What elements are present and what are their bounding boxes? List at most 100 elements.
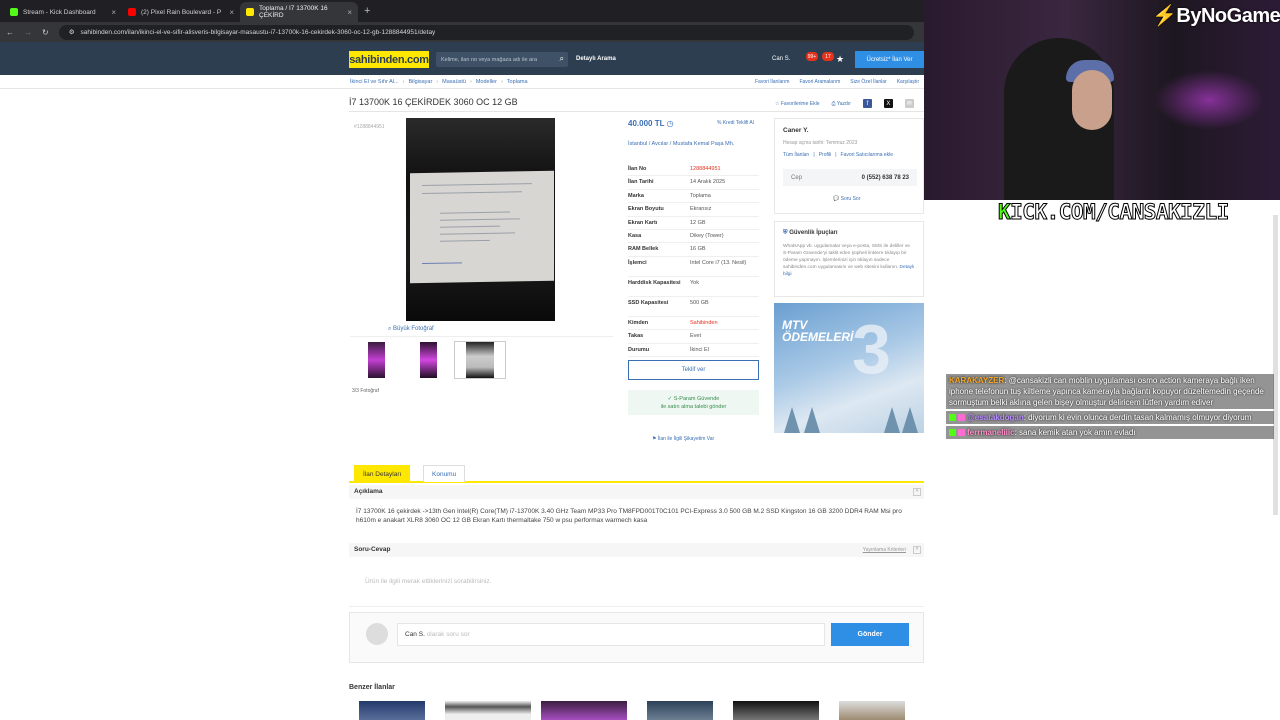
divider	[349, 111, 924, 112]
price-history-icon[interactable]: ◷	[667, 119, 674, 128]
favorite-seller-link[interactable]: Favori Satıcılarıma ekle	[841, 152, 894, 158]
thumbnail-strip	[350, 336, 613, 401]
special-listings-link[interactable]: Size Özel İlanlar	[850, 79, 886, 85]
listing-number-small: #1288844951	[354, 124, 385, 130]
detail-value: Ekransız	[690, 206, 712, 213]
similar-listing-thumb[interactable]	[647, 701, 713, 720]
safe-payment-button[interactable]: ✓ S-Param Güvende ile satın alma talebi g…	[628, 390, 759, 415]
search-input[interactable]: Kelime, ilan no veya mağaza adı ile ara ⌕	[436, 52, 568, 67]
advanced-search-link[interactable]: Detaylı Arama	[576, 56, 616, 62]
sahibinden-favicon-icon	[246, 8, 254, 16]
close-tab-icon[interactable]: ×	[229, 8, 234, 17]
similar-listing-thumb[interactable]	[733, 701, 819, 720]
security-tips: ⛨ Güvenlik İpuçları WhatsApp vb. uygulam…	[774, 221, 924, 297]
detail-value: Sahibinden	[690, 319, 718, 326]
rules-link[interactable]: Yayınlama Kriterleri	[863, 547, 906, 553]
similar-listing-thumb[interactable]	[839, 701, 905, 720]
detail-row: İşlemci Intel Core i7 (13. Nesil)	[628, 257, 759, 277]
thumbnail[interactable]	[402, 341, 454, 379]
close-tab-icon[interactable]: ×	[111, 8, 116, 17]
webcam-feed	[924, 0, 1280, 200]
send-button[interactable]: Gönder	[831, 623, 909, 646]
thumbnail-selected[interactable]	[454, 341, 506, 379]
complaint-link[interactable]: ⚑ İlan ile İlgili Şikayetim Var	[652, 436, 714, 442]
similar-listing-thumb[interactable]	[445, 701, 531, 720]
account-links: Favori İlanlarım Favori Aramalarım Size …	[755, 79, 919, 85]
page-title: İ7 13700K 16 ÇEKİRDEK 3060 OC 12 GB	[349, 97, 518, 107]
detail-value: 1288844951	[690, 166, 721, 172]
messages-badge[interactable]: 99+	[806, 52, 818, 61]
collapse-icon[interactable]: ^	[913, 546, 921, 554]
favorites-star-icon[interactable]: ★	[836, 54, 844, 65]
reload-icon[interactable]: ↻	[42, 28, 49, 37]
add-favorite-link[interactable]: ☆ Favorilerime Ekle	[775, 101, 820, 107]
forward-icon[interactable]: →	[24, 28, 32, 37]
chat-message: KARAKAYZER: @cansakizli can moblin uygul…	[946, 374, 1274, 409]
similar-listings-title: Benzer İlanlar	[349, 684, 395, 691]
big-photo-link[interactable]: ⌕ Büyük Fotoğraf	[388, 326, 434, 333]
collapse-icon[interactable]: ^	[913, 488, 921, 496]
make-offer-button[interactable]: Teklif ver	[628, 360, 759, 380]
all-listings-link[interactable]: Tüm İlanları	[783, 152, 809, 158]
chat-username: KARAKAYZER	[949, 376, 1005, 385]
tab-kick-dashboard[interactable]: Stream - Kick Dashboard ×	[4, 2, 122, 22]
tab-sahibinden[interactable]: Toplama / I7 13700K 16 ÇEKİRD ×	[240, 2, 358, 22]
thumbnail[interactable]	[350, 341, 402, 379]
tab-youtube[interactable]: (2) Pixel Rain Boulevard - P ×	[122, 2, 240, 22]
chat-badge-icon	[949, 429, 956, 437]
compare-link[interactable]: Karşılaştır	[897, 79, 920, 85]
favorite-listings-link[interactable]: Favori İlanlarım	[755, 79, 789, 85]
title-actions: ☆ Favorilerime Ekle ⎙ Yazdır f X ✉	[775, 99, 914, 108]
detail-key: Kasa	[628, 232, 642, 239]
post-ad-button[interactable]: Ücretsiz* İlan Ver	[855, 51, 924, 68]
detail-value: Evet	[690, 333, 702, 340]
chat-message: @esatakdogan: diyorum ki evin olunca der…	[946, 411, 1274, 424]
phone-box: Cep 0 (552) 638 78 23	[783, 169, 917, 186]
breadcrumb-item[interactable]: Modeller	[476, 79, 497, 85]
x-icon[interactable]: X	[883, 99, 893, 108]
details-table: İlan No 1288844951 İlan Tarihi 14 Aralık 20…	[628, 163, 759, 357]
close-tab-icon[interactable]: ×	[347, 8, 352, 17]
site-logo[interactable]: sahibinden.com	[349, 51, 429, 68]
scrollbar[interactable]	[1273, 215, 1278, 515]
print-link[interactable]: ⎙ Yazdır	[832, 101, 851, 107]
url-field[interactable]: ⚙ sahibinden.com/ilan/ikinci-el-ve-sifir-…	[58, 24, 914, 40]
shield-icon: ⛨	[783, 230, 788, 236]
tab-listing-details[interactable]: İlan Detayları	[354, 465, 411, 482]
breadcrumb-item[interactable]: Toplama	[507, 79, 528, 85]
email-icon[interactable]: ✉	[904, 99, 914, 108]
phone-number[interactable]: 0 (552) 638 78 23	[862, 175, 909, 181]
detail-row: İlan Tarihi 14 Aralık 2025	[628, 176, 759, 190]
notifications-badge[interactable]: 17	[822, 52, 834, 61]
breadcrumb-item[interactable]: İkinci El ve Sıfır Al...	[350, 79, 399, 85]
detail-row: SSD Kapasitesi 500 GB	[628, 297, 759, 317]
chat-text: : sana kemik atan yok amın evladı	[1014, 428, 1136, 437]
seller-name[interactable]: Caner Y.	[783, 127, 809, 134]
brand-logo: ⚡ByNoGame	[1152, 5, 1280, 27]
profile-link[interactable]: Profili	[819, 152, 832, 158]
chat-username: @esatakdogan	[967, 413, 1024, 422]
breadcrumb-item[interactable]: Bilgisayar	[408, 79, 432, 85]
similar-listing-thumb[interactable]	[541, 701, 627, 720]
credit-offer-link[interactable]: % Kredi Teklifi Al	[717, 120, 754, 126]
detail-key: Takas	[628, 333, 644, 340]
site-info-icon[interactable]: ⚙	[69, 28, 75, 36]
detail-value: 500 GB	[690, 299, 709, 306]
favorite-searches-link[interactable]: Favori Aramalarım	[799, 79, 840, 85]
description-header: Açıklama ^	[349, 485, 924, 499]
similar-listing-thumb[interactable]	[359, 701, 425, 720]
breadcrumb-item[interactable]: Masaüstü	[442, 79, 466, 85]
tab-location[interactable]: Konumu	[423, 465, 466, 482]
detail-row: İlan No 1288844951	[628, 163, 759, 177]
youtube-favicon-icon	[128, 8, 136, 16]
new-tab-icon[interactable]: +	[364, 5, 370, 17]
ask-question-link[interactable]: 💬 Soru Sor	[833, 196, 860, 202]
chat-overlay: KARAKAYZER: @cansakizli can moblin uygul…	[946, 374, 1274, 441]
user-menu[interactable]: Can S.	[772, 56, 790, 62]
search-icon[interactable]: ⌕	[560, 54, 564, 64]
facebook-icon[interactable]: f	[862, 99, 872, 108]
question-input[interactable]: Can S. olarak soru sor	[397, 623, 825, 646]
location-link[interactable]: İstanbul / Avcılar / Mustafa Kemal Paşa …	[628, 140, 758, 148]
back-icon[interactable]: ←	[6, 28, 14, 37]
advertisement-banner[interactable]: 3 MTV ÖDEMELERİ	[774, 303, 924, 433]
